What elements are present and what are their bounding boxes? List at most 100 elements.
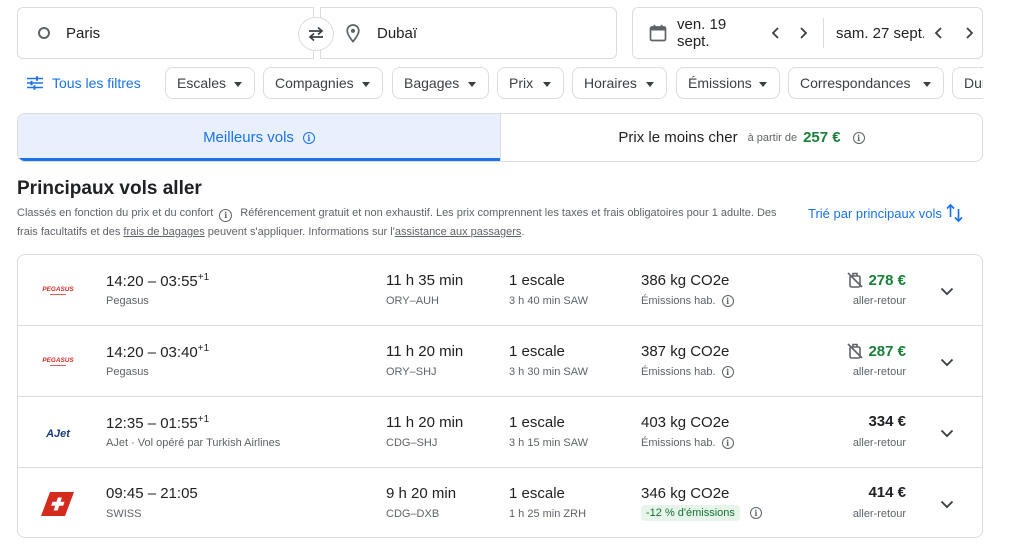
filter-chip-compagnies[interactable]: Compagnies <box>263 67 383 99</box>
info-icon[interactable]: i <box>302 131 315 144</box>
stop-detail: 3 h 30 min SAW <box>509 366 589 378</box>
return-date[interactable]: sam. 27 sept. <box>836 8 982 58</box>
tab-best-flights[interactable]: Meilleurs vols i <box>18 114 501 161</box>
flight-stops: 1 escale <box>509 414 565 431</box>
stop-detail: 3 h 15 min SAW <box>509 437 589 449</box>
tune-icon <box>27 76 43 90</box>
expand-button[interactable] <box>936 493 958 515</box>
sort-label: Trié par principaux vols <box>808 205 942 221</box>
info-icon[interactable]: i <box>852 131 865 144</box>
calendar-icon <box>649 24 667 42</box>
emissions-info: Émissions hab. i <box>641 437 734 449</box>
depart-date[interactable]: ven. 19 sept. <box>633 8 815 58</box>
chevron-right-icon[interactable] <box>792 20 815 46</box>
chip-label: Compagnies <box>275 75 354 91</box>
airline-name: SWISS <box>106 508 142 520</box>
passenger-assistance-link[interactable]: assistance aux passagers <box>395 226 522 238</box>
dates-field[interactable]: ven. 19 sept. sam. 27 sept. <box>632 7 983 59</box>
flight-row[interactable]: PEGASUS 14:20 – 03:55+1 Pegasus 11 h 35 … <box>18 255 982 326</box>
filter-chip-correspondances[interactable]: Correspondances <box>788 67 944 99</box>
expand-button[interactable] <box>936 351 958 373</box>
chevron-down-icon <box>940 429 954 437</box>
pegasus-logo: PEGASUS <box>40 351 76 373</box>
dropdown-arrow-icon <box>362 82 370 87</box>
chevron-down-icon <box>940 287 954 295</box>
flight-row[interactable]: 09:45 – 21:05 SWISS 9 h 20 min CDG–DXB 1… <box>18 468 982 537</box>
emissions-info: Émissions hab. i <box>641 295 734 307</box>
filter-chip-prix[interactable]: Prix <box>497 67 564 99</box>
chip-label: Correspondances <box>800 75 911 91</box>
location-pin-icon <box>343 23 363 43</box>
stop-detail: 1 h 25 min ZRH <box>509 508 587 520</box>
filter-chip-emissions[interactable]: Émissions <box>676 67 780 99</box>
price-block: 278 € <box>846 271 906 289</box>
flight-route: CDG–DXB <box>386 508 440 520</box>
tab-best-label: Meilleurs vols <box>203 129 294 146</box>
section-title: Principaux vols aller <box>17 178 202 199</box>
emissions-label: Émissions hab. <box>641 366 716 378</box>
filter-chip-escales[interactable]: Escales <box>165 67 255 99</box>
chip-label: Durée <box>964 75 983 91</box>
info-icon[interactable]: i <box>721 366 734 378</box>
chip-label: Prix <box>509 75 534 91</box>
price-block: 287 € <box>846 342 906 360</box>
all-filters-button[interactable]: Tous les filtres <box>27 67 141 99</box>
co2-value: 387 kg CO2e <box>641 343 730 360</box>
baggage-fees-link[interactable]: frais de bagages <box>123 226 204 238</box>
expand-button[interactable] <box>936 280 958 302</box>
chevron-down-icon <box>940 500 954 508</box>
flight-route: ORY–SHJ <box>386 366 437 378</box>
info-icon[interactable]: i <box>749 507 762 519</box>
info-icon[interactable]: i <box>721 295 734 307</box>
filter-chip-duree[interactable]: Durée <box>952 67 983 99</box>
all-filters-label: Tous les filtres <box>52 75 141 91</box>
flight-price: 414 € <box>868 484 906 501</box>
origin-value: Paris <box>66 24 101 42</box>
chevron-left-icon[interactable] <box>926 20 952 46</box>
chevron-left-icon[interactable] <box>764 20 787 46</box>
filter-chip-bagages[interactable]: Bagages <box>392 67 489 99</box>
flight-times: 14:20 – 03:55+1 <box>106 272 210 290</box>
flight-duration: 11 h 20 min <box>386 414 464 431</box>
sort-button[interactable]: Trié par principaux vols <box>808 203 963 223</box>
chip-label: Bagages <box>404 75 460 91</box>
origin-ring-icon <box>38 27 50 39</box>
co2-value: 403 kg CO2e <box>641 414 730 431</box>
filter-chip-horaires[interactable]: Horaires <box>572 67 667 99</box>
info-icon[interactable]: i <box>721 437 734 449</box>
depart-date-text: ven. 19 sept. <box>677 16 727 50</box>
flight-row[interactable]: AJet 12:35 – 01:55+1 AJet · Vol opéré pa… <box>18 397 982 468</box>
flight-price: 287 € <box>868 342 906 360</box>
no-bag-icon <box>846 271 864 289</box>
dropdown-arrow-icon <box>543 82 551 87</box>
origin-field[interactable]: Paris <box>17 7 314 59</box>
svg-text:PEGASUS: PEGASUS <box>42 286 74 293</box>
chevron-right-icon[interactable] <box>956 20 982 46</box>
filter-bar: Tous les filtres Escales Compagnies Baga… <box>17 67 983 99</box>
flight-stops: 1 escale <box>509 272 565 289</box>
sort-icon <box>946 203 963 223</box>
airline-name: AJet · Vol opéré par Turkish Airlines <box>106 437 281 449</box>
emissions-info: Émissions hab. i <box>641 366 734 378</box>
flight-row[interactable]: PEGASUS 14:20 – 03:40+1 Pegasus 11 h 20 … <box>18 326 982 397</box>
flight-list: PEGASUS 14:20 – 03:55+1 Pegasus 11 h 35 … <box>17 254 983 538</box>
flight-route: ORY–AUH <box>386 295 439 307</box>
chip-label: Horaires <box>584 75 637 91</box>
swiss-logo <box>40 492 76 516</box>
flight-times: 09:45 – 21:05 <box>106 485 198 502</box>
info-icon[interactable]: i <box>219 208 233 222</box>
pegasus-logo: PEGASUS <box>40 280 76 302</box>
destination-field[interactable]: Dubaï <box>320 7 617 59</box>
expand-button[interactable] <box>936 422 958 444</box>
swap-button[interactable] <box>298 17 334 51</box>
chip-label: Émissions <box>688 75 752 91</box>
airline-name: Pegasus <box>106 295 149 307</box>
tab-cheapest[interactable]: Prix le moins cher à partir de 257 € i <box>501 114 982 161</box>
chevron-down-icon <box>940 358 954 366</box>
price-type: aller-retour <box>852 366 906 378</box>
desc-ranking: Classés en fonction du prix et du confor… <box>17 207 214 219</box>
dropdown-arrow-icon <box>646 82 654 87</box>
flight-price: 278 € <box>868 271 906 289</box>
destination-value: Dubaï <box>377 24 418 42</box>
day-offset: +1 <box>197 414 210 425</box>
